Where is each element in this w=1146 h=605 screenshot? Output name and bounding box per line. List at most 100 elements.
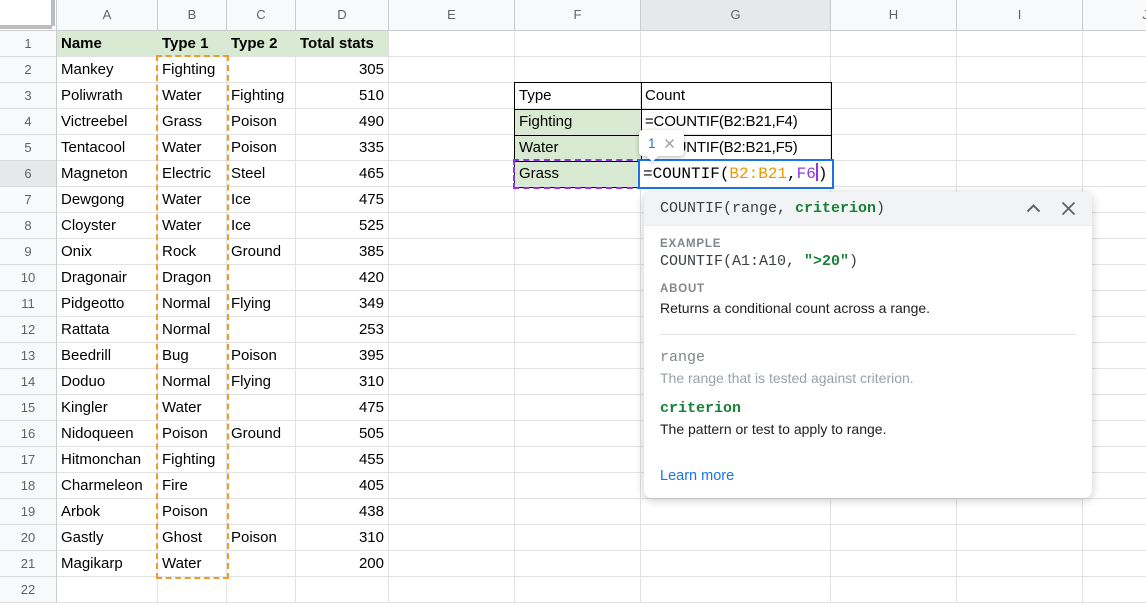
cell-A6[interactable]: Magneton <box>57 161 158 187</box>
cell-J20[interactable] <box>1083 525 1146 551</box>
cell-A12[interactable]: Rattata <box>57 317 158 343</box>
cell-F2[interactable] <box>515 57 641 83</box>
cell-C10[interactable] <box>227 265 296 291</box>
cell-H19[interactable] <box>831 499 957 525</box>
cell-C13[interactable]: Poison <box>227 343 296 369</box>
cell-E2[interactable] <box>389 57 515 83</box>
cell-B14[interactable]: Normal <box>158 369 227 395</box>
cell-J21[interactable] <box>1083 551 1146 577</box>
cell-E17[interactable] <box>389 447 515 473</box>
cell-J19[interactable] <box>1083 499 1146 525</box>
cell-G1[interactable] <box>641 31 831 57</box>
cell-J22[interactable] <box>1083 577 1146 603</box>
cell-I20[interactable] <box>957 525 1083 551</box>
cell-I19[interactable] <box>957 499 1083 525</box>
row-header-12[interactable]: 12 <box>0 317 57 343</box>
cell-B17[interactable]: Fighting <box>158 447 227 473</box>
cell-J3[interactable] <box>1083 83 1146 109</box>
cell-H4[interactable] <box>831 109 957 135</box>
cell-G2[interactable] <box>641 57 831 83</box>
cell-I5[interactable] <box>957 135 1083 161</box>
cell-D12[interactable]: 253 <box>296 317 389 343</box>
column-header-J[interactable]: J <box>1083 0 1146 31</box>
popup-close-icon[interactable] <box>1061 201 1076 216</box>
cell-B5[interactable]: Water <box>158 135 227 161</box>
row-header-19[interactable]: 19 <box>0 499 57 525</box>
cell-C5[interactable]: Poison <box>227 135 296 161</box>
cell-I22[interactable] <box>957 577 1083 603</box>
cell-G19[interactable] <box>641 499 831 525</box>
cell-C18[interactable] <box>227 473 296 499</box>
cell-J16[interactable] <box>1083 421 1146 447</box>
cell-C14[interactable]: Flying <box>227 369 296 395</box>
cell-J14[interactable] <box>1083 369 1146 395</box>
cell-D2[interactable]: 305 <box>296 57 389 83</box>
cell-E5[interactable] <box>389 135 515 161</box>
cell-B6[interactable]: Electric <box>158 161 227 187</box>
column-header-H[interactable]: H <box>831 0 957 31</box>
cell-H3[interactable] <box>831 83 957 109</box>
cell-J2[interactable] <box>1083 57 1146 83</box>
cell-E12[interactable] <box>389 317 515 343</box>
cell-D20[interactable]: 310 <box>296 525 389 551</box>
cell-A19[interactable]: Arbok <box>57 499 158 525</box>
cell-C12[interactable] <box>227 317 296 343</box>
cell-B1[interactable]: Type 1 <box>158 31 227 57</box>
cell-I1[interactable] <box>957 31 1083 57</box>
cell-B18[interactable]: Fire <box>158 473 227 499</box>
cell-E16[interactable] <box>389 421 515 447</box>
row-header-11[interactable]: 11 <box>0 291 57 317</box>
cell-B11[interactable]: Normal <box>158 291 227 317</box>
cell-B20[interactable]: Ghost <box>158 525 227 551</box>
cell-D4[interactable]: 490 <box>296 109 389 135</box>
cell-A2[interactable]: Mankey <box>57 57 158 83</box>
column-header-B[interactable]: B <box>158 0 227 31</box>
cell-F11[interactable] <box>515 291 641 317</box>
cell-F18[interactable] <box>515 473 641 499</box>
cell-F15[interactable] <box>515 395 641 421</box>
cell-B12[interactable]: Normal <box>158 317 227 343</box>
cell-D14[interactable]: 310 <box>296 369 389 395</box>
cell-H6[interactable] <box>831 161 957 187</box>
cell-F1[interactable] <box>515 31 641 57</box>
cell-B16[interactable]: Poison <box>158 421 227 447</box>
cell-E11[interactable] <box>389 291 515 317</box>
cell-D9[interactable]: 385 <box>296 239 389 265</box>
row-header-16[interactable]: 16 <box>0 421 57 447</box>
cell-A11[interactable]: Pidgeotto <box>57 291 158 317</box>
cell-D1[interactable]: Total stats <box>296 31 389 57</box>
cell-E21[interactable] <box>389 551 515 577</box>
cell-C11[interactable]: Flying <box>227 291 296 317</box>
row-header-4[interactable]: 4 <box>0 109 57 135</box>
cell-E3[interactable] <box>389 83 515 109</box>
row-header-21[interactable]: 21 <box>0 551 57 577</box>
cell-D7[interactable]: 475 <box>296 187 389 213</box>
cell-C20[interactable]: Poison <box>227 525 296 551</box>
row-header-7[interactable]: 7 <box>0 187 57 213</box>
cell-G21[interactable] <box>641 551 831 577</box>
cell-J7[interactable] <box>1083 187 1146 213</box>
cell-J17[interactable] <box>1083 447 1146 473</box>
cell-D17[interactable]: 455 <box>296 447 389 473</box>
frozen-column-handle[interactable] <box>51 0 55 26</box>
cell-B7[interactable]: Water <box>158 187 227 213</box>
row-header-6[interactable]: 6 <box>0 161 57 187</box>
select-all-corner[interactable] <box>0 0 57 31</box>
cell-D11[interactable]: 349 <box>296 291 389 317</box>
column-header-F[interactable]: F <box>515 0 641 31</box>
cell-E8[interactable] <box>389 213 515 239</box>
cell-F12[interactable] <box>515 317 641 343</box>
column-header-I[interactable]: I <box>957 0 1083 31</box>
cell-B22[interactable] <box>158 577 227 603</box>
cell-C3[interactable]: Fighting <box>227 83 296 109</box>
cell-B2[interactable]: Fighting <box>158 57 227 83</box>
cell-H22[interactable] <box>831 577 957 603</box>
cell-C2[interactable] <box>227 57 296 83</box>
cell-C19[interactable] <box>227 499 296 525</box>
cell-H2[interactable] <box>831 57 957 83</box>
cell-A14[interactable]: Doduo <box>57 369 158 395</box>
frozen-row-handle[interactable] <box>0 25 52 29</box>
cell-D6[interactable]: 465 <box>296 161 389 187</box>
cell-C1[interactable]: Type 2 <box>227 31 296 57</box>
column-header-A[interactable]: A <box>57 0 158 31</box>
